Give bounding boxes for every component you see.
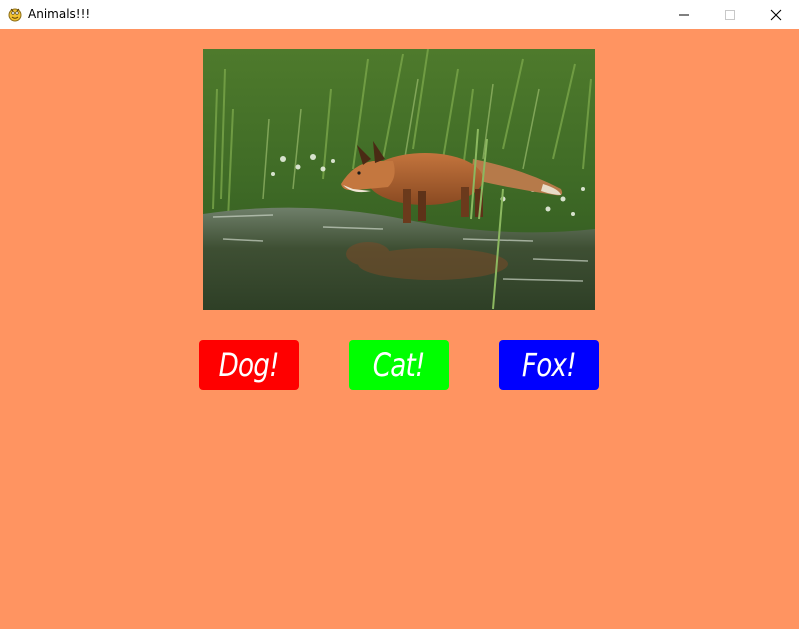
maximize-button[interactable] [707,0,753,29]
pygame-snake-icon [8,8,22,22]
dog-button-label: Dog! [218,346,280,384]
cat-button[interactable]: Cat! [349,340,449,390]
cat-button-label: Cat! [373,346,426,384]
fox-photo [203,49,595,310]
game-canvas: Dog! Cat! Fox! [0,29,799,629]
maximize-icon [725,9,735,20]
fox-button[interactable]: Fox! [499,340,599,390]
minimize-button[interactable] [661,0,707,29]
title-bar: Animals!!! [0,0,799,29]
fox-button-label: Fox! [522,346,577,384]
close-icon [770,9,782,20]
close-button[interactable] [753,0,799,29]
window-title: Animals!!! [28,7,91,21]
dog-button[interactable]: Dog! [199,340,299,390]
minimize-icon [679,14,689,15]
